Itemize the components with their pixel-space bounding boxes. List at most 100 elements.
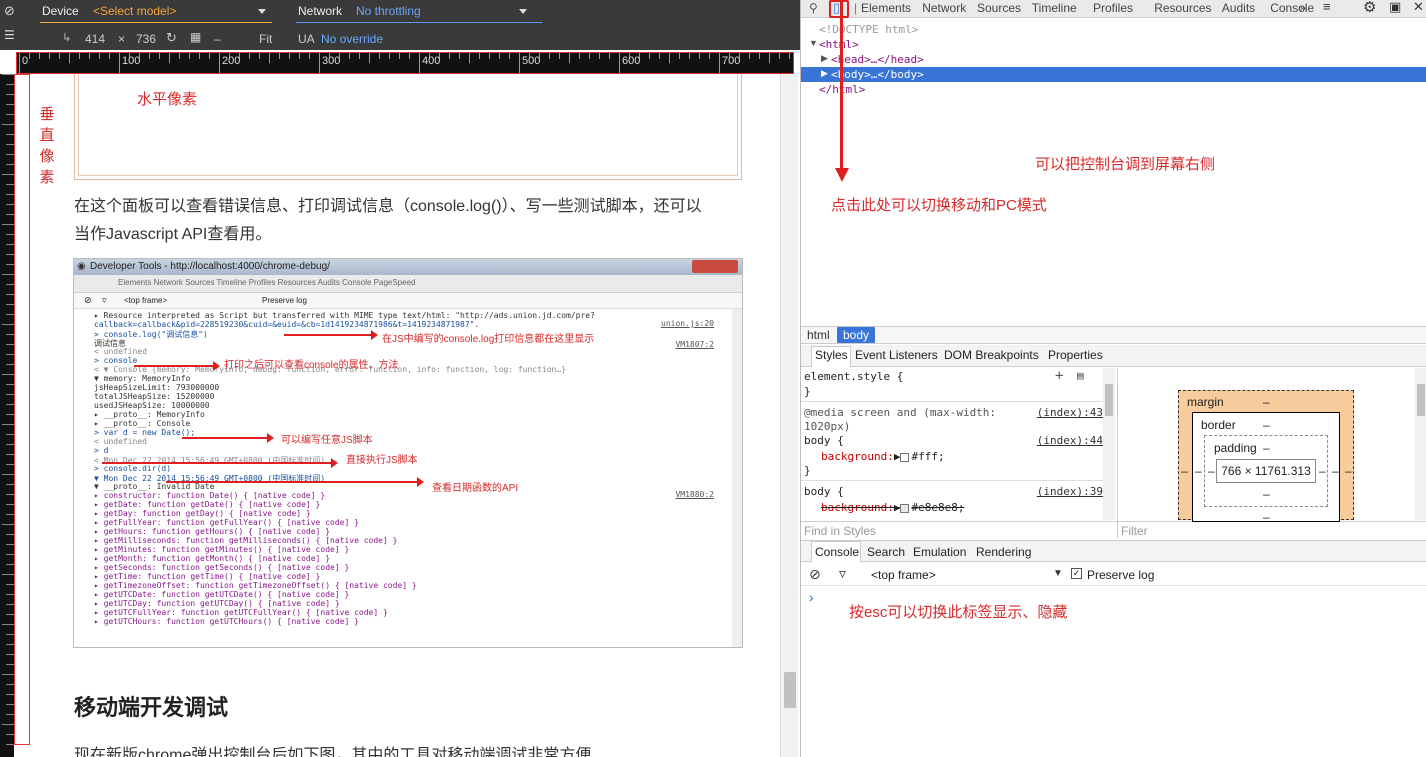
network-caret-icon[interactable] xyxy=(519,9,527,14)
tab-network[interactable]: Network xyxy=(922,1,966,15)
ruler-tick xyxy=(469,53,470,63)
console-prompt[interactable]: › xyxy=(809,589,814,605)
tab-audits[interactable]: Audits xyxy=(1222,1,1255,15)
drawer-tab-search[interactable]: Search xyxy=(867,545,905,559)
add-rule-icon[interactable]: + xyxy=(1055,368,1063,384)
tab-timeline[interactable]: Timeline xyxy=(1032,1,1077,15)
inner-console-line: ▸ getTimezoneOffset: function getTimezon… xyxy=(94,581,417,590)
element-style-rule[interactable]: element.style { xyxy=(804,370,903,383)
style-property[interactable]: background:▶ #fff; xyxy=(821,450,945,463)
ruler-tick xyxy=(649,53,650,59)
dom-node-head[interactable]: <head>…</head> xyxy=(831,53,924,66)
horizontal-ruler: 0 100 200 300 400 500 600 700 xyxy=(16,52,794,74)
find-in-styles-input[interactable]: Find in Styles xyxy=(804,524,876,538)
ruler-tick xyxy=(289,53,290,59)
inner-note: 在JS中编写的console.log打印信息都在这里显示 xyxy=(382,334,595,345)
body-selector[interactable]: body { xyxy=(804,434,844,447)
tab-properties[interactable]: Properties xyxy=(1048,348,1103,362)
tab-profiles[interactable]: Profiles xyxy=(1093,1,1133,15)
style-property-overridden[interactable]: background:▶ #e8e8e8; xyxy=(821,501,964,514)
dom-node-body[interactable]: <body>…</body> xyxy=(831,68,924,81)
device-select[interactable]: <Select model> xyxy=(93,4,176,18)
body-selector[interactable]: body { xyxy=(804,485,844,498)
vertical-ruler-tick xyxy=(6,704,14,705)
toggle-state-icon[interactable]: ▤ xyxy=(1077,369,1084,382)
inner-arrow xyxy=(166,477,424,487)
filter-input[interactable]: Filter xyxy=(1121,524,1148,538)
inspect-icon[interactable]: ⚲ xyxy=(809,1,818,15)
devtools-toolbar: ⚲ ▯ | Elements Network Sources Timeline Prof… xyxy=(801,0,1426,18)
style-source-link[interactable]: (index):44 xyxy=(1037,434,1103,447)
preserve-log-checkbox[interactable]: ✓ xyxy=(1071,568,1082,579)
drawer-tab-rendering[interactable]: Rendering xyxy=(976,545,1031,559)
tab-sources[interactable]: Sources xyxy=(977,1,1021,15)
inner-console-line: > d xyxy=(94,446,109,455)
color-swatch[interactable] xyxy=(900,452,910,462)
inner-scrollbar xyxy=(732,309,742,647)
breadcrumb-body[interactable]: body xyxy=(837,327,876,343)
inner-tabs-text: Elements Network Sources Timeline Profil… xyxy=(118,278,416,287)
ruler-tick xyxy=(769,53,770,63)
boxmodel-scroll-thumb[interactable] xyxy=(1417,384,1425,416)
ruler-number: 0 xyxy=(22,55,29,67)
article-paragraph-2: 现在新版chrome弹出控制台后如下图，其中的工具对移动端调试非常方便 xyxy=(74,747,592,757)
filter-icon[interactable]: ▿ xyxy=(839,565,846,582)
styles-scroll-thumb[interactable] xyxy=(1105,384,1113,416)
breadcrumb-bar xyxy=(801,326,1426,344)
console-drawer-icon[interactable]: ≡ xyxy=(1323,0,1331,14)
page-scrollbar[interactable] xyxy=(780,74,798,757)
breadcrumb-html[interactable]: html xyxy=(801,327,836,343)
article-paragraph-1: 在这个面板可以查看错误信息、打印调试信息（console.log()）、写一些测… xyxy=(74,193,754,249)
inner-ref: VM1880:2 xyxy=(675,490,714,499)
drawer-lines-icon[interactable]: ☰ xyxy=(4,28,15,42)
styles-scrollbar[interactable] xyxy=(1103,368,1115,520)
expand-arrow-icon[interactable]: ▼ xyxy=(809,38,818,48)
inner-filter-icon: ▿ xyxy=(102,295,107,305)
collapse-arrow-icon[interactable]: ▶ xyxy=(821,53,828,64)
inner-console-line: ▸ constructor: function Date() { [native… xyxy=(94,491,326,500)
network-select[interactable]: No throttling xyxy=(356,4,421,18)
close-icon[interactable]: ✕ xyxy=(1413,0,1424,15)
property-value: #e8e8e8; xyxy=(911,501,965,514)
device-caret-icon[interactable] xyxy=(258,9,266,14)
drawer-tab-emulation[interactable]: Emulation xyxy=(913,545,966,559)
tab-console[interactable]: Console xyxy=(1270,1,1314,15)
vertical-ruler-tick xyxy=(6,214,14,215)
console-screenshot: ◉ Developer Tools - http://localhost:400… xyxy=(73,258,743,648)
fit-toggle[interactable]: Fit xyxy=(259,32,272,46)
width-field[interactable]: 414 xyxy=(85,32,105,46)
inner-console-line: > console.dir(d) xyxy=(94,464,172,473)
vertical-ruler-tick xyxy=(6,314,14,315)
dock-icon[interactable]: ▣ xyxy=(1389,0,1401,15)
collapse-arrow-icon[interactable]: ▶ xyxy=(821,68,828,79)
frame-select-caret-icon[interactable]: ▼ xyxy=(1053,568,1063,579)
inner-tabs: Elements Network Sources Timeline Profil… xyxy=(74,275,742,293)
no-entry-icon[interactable]: ⊘ xyxy=(4,3,15,19)
scroll-thumb[interactable] xyxy=(784,672,796,708)
tab-resources[interactable]: Resources xyxy=(1154,1,1211,15)
ua-select[interactable]: No override xyxy=(321,32,383,46)
dom-node-html[interactable]: <html> xyxy=(819,38,859,51)
more-tabs-icon[interactable]: » xyxy=(1299,0,1306,15)
dom-node-doctype[interactable]: <!DOCTYPE html> xyxy=(819,23,918,36)
screenshot-icon[interactable]: ▦ xyxy=(190,30,201,44)
drawer-tab-console[interactable]: Console xyxy=(815,545,859,559)
height-field[interactable]: 736 xyxy=(136,32,156,46)
box-model-content[interactable]: 766 × 11761.313 xyxy=(1216,459,1316,483)
rotate-icon[interactable]: ↻ xyxy=(166,30,177,46)
gear-icon[interactable]: ⚙ xyxy=(1363,0,1376,16)
frame-select[interactable]: <top frame> xyxy=(871,568,936,582)
vertical-ruler-tick xyxy=(6,394,14,395)
boxmodel-scrollbar[interactable] xyxy=(1415,368,1426,520)
tab-styles[interactable]: Styles xyxy=(815,348,848,362)
tab-dom-breakpoints[interactable]: DOM Breakpoints xyxy=(944,348,1039,362)
clear-console-icon[interactable]: ⊘ xyxy=(809,566,821,583)
vertical-ruler-tick xyxy=(6,514,14,515)
tab-elements[interactable]: Elements xyxy=(861,1,911,15)
vertical-ruler-tick xyxy=(6,154,14,155)
color-swatch[interactable] xyxy=(900,503,910,513)
box-model-padding-left: – xyxy=(1208,464,1215,478)
style-source-link[interactable]: (index):39 xyxy=(1037,485,1103,498)
style-source-link[interactable]: (index):43 xyxy=(1037,406,1103,419)
tab-event-listeners[interactable]: Event Listeners xyxy=(855,348,938,362)
